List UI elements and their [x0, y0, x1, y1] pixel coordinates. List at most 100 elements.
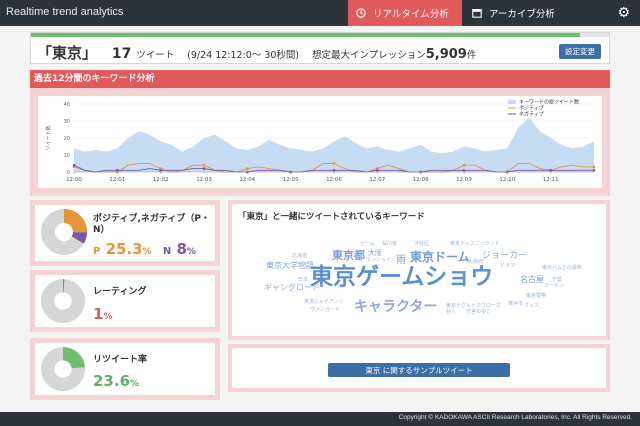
positive-point — [246, 167, 249, 170]
impression-label: 想定最大インプレッション — [312, 50, 426, 61]
posneg-donut-chart — [41, 209, 87, 255]
retweet-value: 23.6 — [93, 372, 131, 390]
cloud-keyword: キャラクター — [354, 299, 438, 315]
cloud-keyword: ゲーム — [360, 241, 375, 247]
positive-point — [332, 162, 336, 165]
gear-icon[interactable]: ⚙ — [617, 6, 630, 20]
y-tick-label: 40 — [64, 102, 70, 108]
copyright: Copyright © KADOKAWA ASCII Research Labo… — [398, 414, 632, 421]
kpi-rating-title: レーティング — [93, 287, 147, 297]
legend-label: ポジティブ — [519, 105, 544, 112]
x-tick-label: 12:00 — [66, 177, 82, 183]
cloud-keyword: 大阪府 — [468, 259, 484, 265]
x-tick-label: 12:02 — [153, 177, 169, 183]
status-panel: 「東京」 17 ツイート (9/24 12:12:0〜 30秒間) 想定最大イン… — [30, 32, 610, 64]
y-tick-label: 10 — [64, 153, 70, 159]
impression-value: 5,909 — [425, 47, 467, 62]
word-cloud-panel: 「東京」と一緒にツイートされているキーワード 東京ゲームショウ キャラクター 東京都… — [228, 200, 610, 340]
negative-point — [202, 167, 206, 170]
app-title: Realtime trend analytics — [6, 6, 124, 18]
donut-center — [60, 298, 66, 304]
cloud-keyword: 東京警察 — [526, 293, 547, 299]
x-tick-label: 12:10 — [499, 177, 515, 183]
legend-label: ネガティブ — [519, 111, 544, 118]
cloud-keyword: 名古屋 — [520, 275, 544, 284]
retweet-unit: % — [130, 379, 140, 389]
positive-point — [592, 165, 596, 169]
kpi-posneg-card: ポジティブ,ネガティブ（P・N） P 25.3% N 8% — [30, 200, 220, 266]
y-tick-label: 30 — [64, 119, 70, 125]
tab-archive-label: アーカイブ分析 — [489, 9, 555, 20]
footer: Copyright © KADOKAWA ASCII Research Labo… — [0, 412, 640, 426]
cloud-keyword: ヴァンガード — [310, 307, 341, 313]
y-tick-label: 0 — [67, 170, 70, 176]
kpi-retweet-value-group: 23.6% — [93, 373, 139, 392]
status-summary: 「東京」 17 ツイート (9/24 12:12:0〜 30秒間) 想定最大イン… — [37, 42, 476, 63]
keyword: 「東京」 — [37, 44, 98, 62]
sample-tweets-button[interactable]: 東京 に関するサンプルツイート — [328, 363, 510, 377]
positive-unit: % — [142, 247, 152, 257]
cloud-keyword: 芸人 — [446, 309, 457, 315]
x-tick-label: 12:05 — [283, 177, 299, 183]
positive-label: P — [93, 246, 101, 257]
y-tick-label: 20 — [64, 136, 70, 142]
kpi-rating-value-group: 1% — [93, 306, 112, 325]
negative-point — [72, 164, 76, 167]
rating-donut-chart — [40, 278, 86, 324]
x-tick-label: 12:08 — [413, 177, 429, 183]
cloud-keyword: グッズ — [524, 303, 540, 309]
cloud-keyword: 日本 — [298, 277, 309, 283]
progress-fill — [31, 33, 581, 37]
y-axis-label: ツイート数 — [45, 125, 52, 150]
settings-change-button[interactable]: 設定変更 — [559, 44, 601, 59]
cloud-keyword: ギャングロード — [264, 283, 320, 292]
top-bar: Realtime trend analytics リアルタイム分析 アーカイブ分… — [0, 0, 640, 26]
collection-progress-bar — [31, 33, 609, 37]
negative-point — [376, 169, 379, 172]
cloud-keyword: エンジョイ — [366, 257, 392, 263]
sample-tweet-card: 東京 に関するサンプルツイート — [232, 348, 606, 388]
positive-value: 25.3 — [105, 240, 143, 258]
cloud-keyword: 東京ドーム — [410, 250, 470, 264]
cloud-keyword: ジョーカー — [482, 251, 528, 261]
cloud-keyword: 渋谷区 — [414, 241, 430, 247]
tab-archive-analysis[interactable]: アーカイブ分析 — [464, 0, 584, 26]
tweet-trend-chart: 0 10 20 30 40 ツイート数 12:00 12:01 12:02 12:03 12:04 1… — [45, 99, 596, 183]
time-range: (9/24 12:12:0〜 30秒間) — [187, 50, 300, 61]
section-title: 過去12分間のキーワード分析 — [30, 70, 610, 88]
negative-point — [116, 169, 119, 172]
x-tick-label: 12:06 — [326, 177, 342, 183]
rating-unit: % — [103, 312, 113, 322]
calendar-icon — [472, 9, 482, 18]
word-cloud-card: 「東京」と一緒にツイートされているキーワード 東京ゲームショウ キャラクター 東京都… — [232, 204, 606, 336]
clock-icon — [356, 8, 366, 18]
negative-label: N — [162, 246, 172, 257]
negative-point — [462, 169, 466, 172]
x-tick-label: 12:03 — [196, 177, 212, 183]
donut-center — [61, 229, 67, 235]
positive-point — [202, 164, 206, 167]
sample-tweet-panel: 東京 に関するサンプルツイート — [228, 344, 610, 392]
tab-realtime-analysis[interactable]: リアルタイム分析 — [348, 0, 462, 26]
positive-point — [462, 164, 466, 167]
cloud-keyword: 東京ハムとの最新 — [542, 265, 582, 271]
kpi-posneg-values: P 25.3% N 8% — [93, 241, 196, 260]
cloud-keyword: 大阪 — [368, 249, 382, 257]
tweet-count-unit: ツイート — [136, 50, 175, 61]
kpi-retweet-title: リツイート率 — [93, 355, 148, 365]
negative-point — [549, 169, 552, 172]
cloud-keyword: 竹宮ゆゆこ — [466, 309, 492, 315]
cloud-keyword: 雨 — [396, 255, 406, 266]
word-cloud-title: 「東京」と一緒にツイートされているキーワード — [238, 212, 425, 222]
impression-unit: 件 — [466, 50, 477, 61]
negative-point — [159, 169, 162, 172]
x-tick-label: 12:11 — [543, 177, 559, 183]
cloud-keyword: 北海道 — [292, 253, 308, 259]
cloud-keyword: 横浜市 — [508, 301, 524, 307]
negative-point — [592, 169, 596, 172]
kpi-retweet-card: リツイート率 23.6% — [30, 338, 220, 400]
kpi-rating-card: レーティング 1% — [30, 270, 220, 332]
chart-card: 0 10 20 30 40 ツイート数 12:00 12:01 12:02 12:03 12:04 1… — [38, 96, 602, 188]
kpi-posneg-title: ポジティブ,ネガティブ（P・N） — [93, 214, 210, 235]
chart-panel: 0 10 20 30 40 ツイート数 12:00 12:01 12:02 12:03 12:04 1… — [30, 88, 610, 196]
